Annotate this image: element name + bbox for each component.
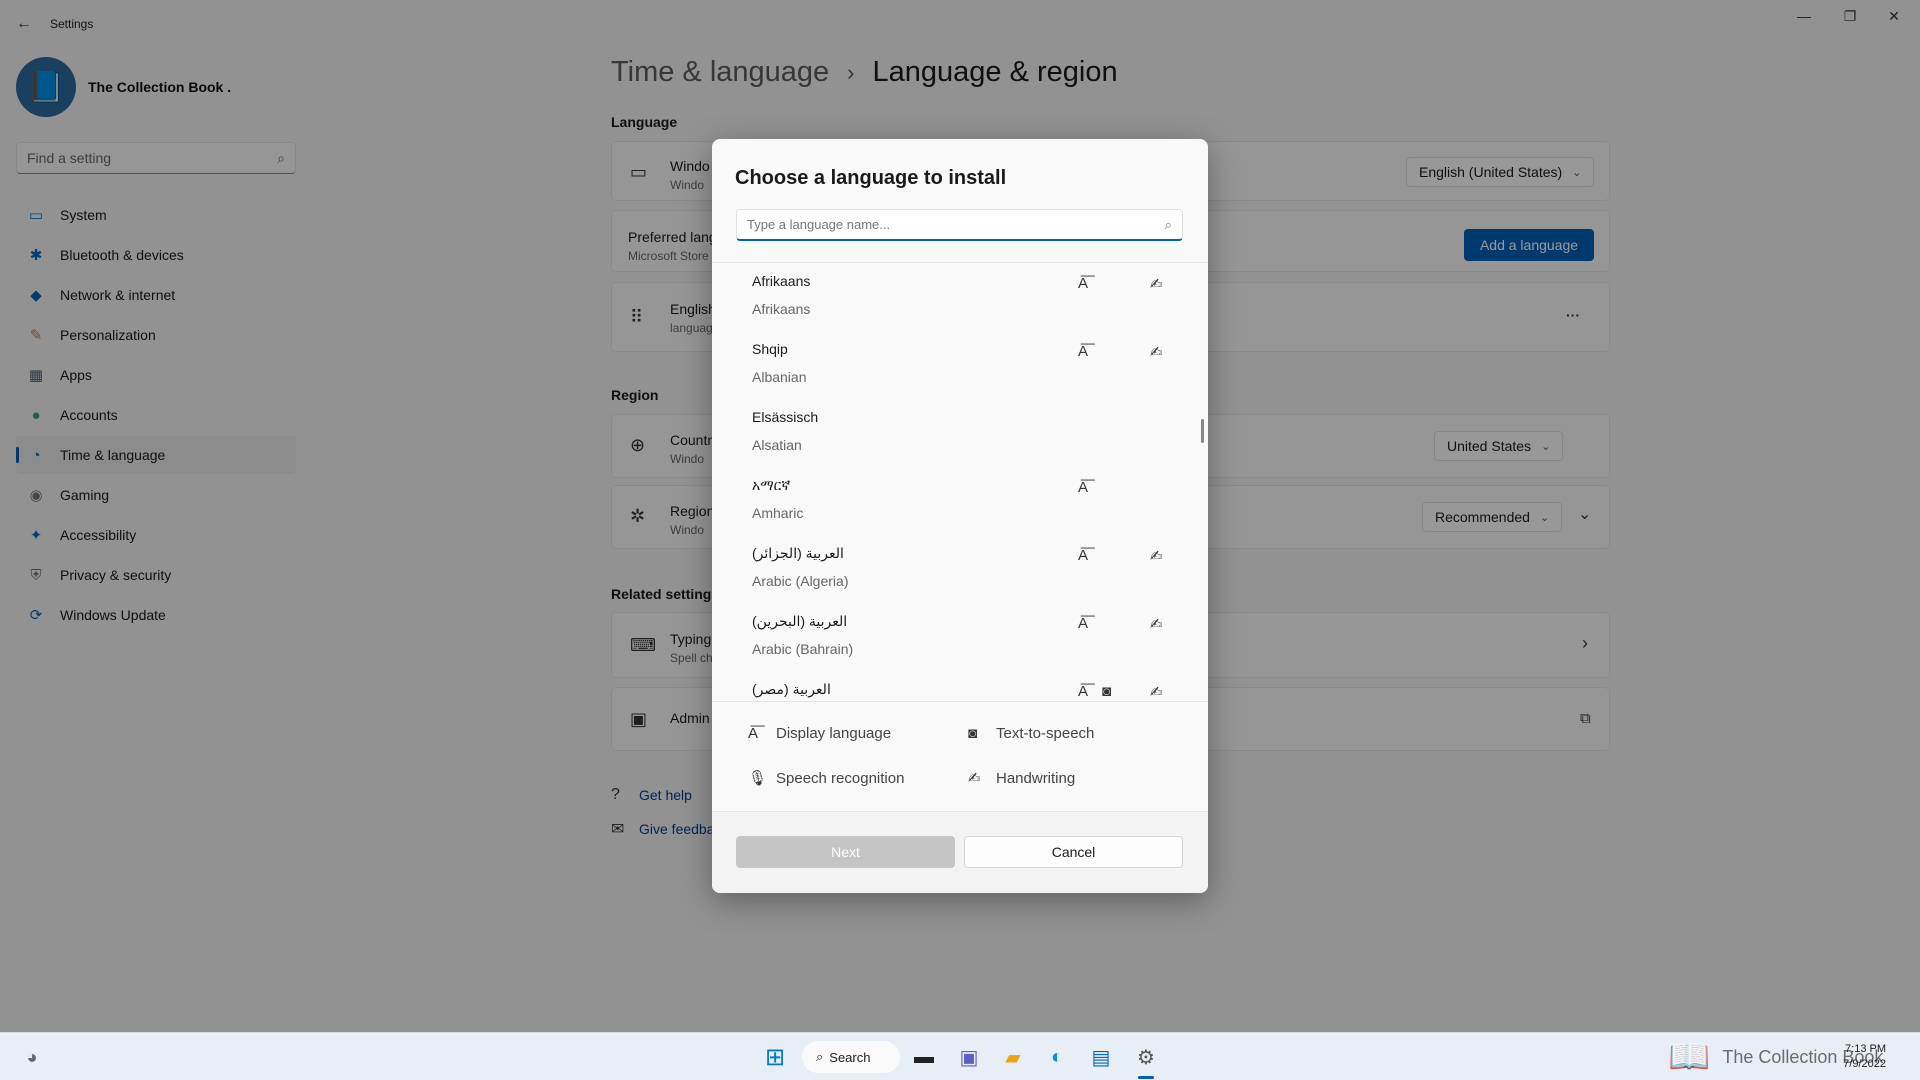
display-language-icon: A͞: [1078, 683, 1089, 700]
language-english-name: Afrikaans: [752, 301, 811, 317]
language-list-item[interactable]: العربية (الجزائر) Arabic (Algeria) A͞ ✍: [712, 535, 1208, 603]
text-to-speech-icon: ◙: [1102, 683, 1112, 700]
language-native-name: Shqip: [752, 341, 788, 357]
taskbar-search-label: Search: [829, 1049, 871, 1065]
language-english-name: Albanian: [752, 369, 807, 385]
language-native-name: Elsässisch: [752, 409, 819, 425]
legend-label: Display language: [776, 725, 892, 742]
language-native-name: العربية (البحرين): [752, 613, 848, 629]
windows-logo-icon: ⊞: [764, 1043, 786, 1071]
legend-display-language: A͞ Display language: [748, 725, 891, 742]
active-app-indicator: [1138, 1076, 1154, 1079]
language-english-name: Amharic: [752, 505, 804, 521]
language-list-item[interactable]: Shqip Albanian A͞ ✍: [712, 331, 1208, 399]
legend-handwriting: ✍ Handwriting: [968, 769, 1076, 788]
handwriting-icon: ✍: [968, 770, 981, 787]
edge-icon[interactable]: ◐: [1041, 1041, 1073, 1073]
handwriting-icon: ✍: [1150, 684, 1163, 701]
search-placeholder: Type a language name...: [747, 217, 891, 232]
language-list-item[interactable]: አማርኛ Amharic A͞: [712, 467, 1208, 535]
display-language-icon: A͞: [1078, 343, 1089, 360]
display-language-icon: A͞: [1078, 275, 1089, 292]
language-english-name: Alsatian: [752, 437, 802, 453]
language-list-item[interactable]: العربية (البحرين) Arabic (Bahrain) A͞ ✍: [712, 603, 1208, 671]
language-english-name: Arabic (Algeria): [752, 573, 849, 589]
language-list[interactable]: Afrikaans Afrikaans A͞ ✍ Shqip Albanian A͞ ✍ Els…: [712, 263, 1208, 703]
feature-legend: A͞ Display language ◙ Text-to-speech 🎙 Spee…: [712, 701, 1208, 811]
display-language-icon: A͞: [1078, 479, 1089, 496]
legend-label: Handwriting: [996, 769, 1076, 787]
language-english-name: Arabic (Bahrain): [752, 641, 854, 657]
teams-chat-icon[interactable]: ▣: [953, 1041, 985, 1073]
language-native-name: Afrikaans: [752, 273, 811, 289]
handwriting-icon: ✍: [1150, 344, 1163, 361]
store-icon[interactable]: ▤: [1085, 1041, 1117, 1073]
clock-time: 7:13 PM: [1845, 1043, 1886, 1055]
next-button[interactable]: Next: [736, 836, 955, 868]
display-language-icon: A͞: [1078, 615, 1089, 632]
display-language-icon: A͞: [748, 725, 759, 742]
search-icon: ⌕: [816, 1049, 824, 1064]
language-native-name: العربية (الجزائر): [752, 545, 844, 561]
system-clock[interactable]: 7:13 PM 7/9/2022: [1826, 1042, 1886, 1072]
settings-gear-icon[interactable]: ⚙: [1130, 1041, 1162, 1073]
dialog-footer: Next Cancel: [712, 811, 1208, 893]
taskbar: ◕ ⊞ ⌕ Search ▬ ▣ ▰ ◐ ▤ ⚙ 📖 The Collection Book …: [0, 1032, 1920, 1080]
language-native-name: አማርኛ: [752, 477, 791, 493]
language-native-name: العربية (مصر): [752, 681, 831, 697]
language-list-item[interactable]: Afrikaans Afrikaans A͞ ✍: [712, 263, 1208, 331]
legend-text-to-speech: ◙ Text-to-speech: [968, 725, 1094, 742]
taskbar-search[interactable]: ⌕ Search: [802, 1041, 900, 1073]
handwriting-icon: ✍: [1150, 276, 1163, 293]
language-list-item[interactable]: العربية (مصر) A͞ ◙ ✍: [712, 671, 1208, 703]
legend-label: Text-to-speech: [996, 725, 1095, 742]
microphone-icon: 🎙: [748, 770, 768, 787]
widgets-icon[interactable]: ◕: [16, 1041, 48, 1073]
settings-window: ← Settings — ❐ ✕ 📘 The Collection Book .…: [0, 0, 1920, 1032]
scrollbar-thumb[interactable]: [1201, 419, 1204, 443]
language-list-item[interactable]: Elsässisch Alsatian: [712, 399, 1208, 467]
search-icon: ⌕: [1164, 216, 1172, 232]
handwriting-icon: ✍: [1150, 548, 1163, 565]
text-to-speech-icon: ◙: [968, 725, 978, 742]
legend-speech-recognition: 🎙 Speech recognition: [748, 769, 905, 788]
language-search-input[interactable]: Type a language name... ⌕: [736, 209, 1183, 241]
folder-icon[interactable]: ▰: [997, 1041, 1029, 1073]
display-language-icon: A͞: [1078, 547, 1089, 564]
start-button[interactable]: ⊞: [759, 1041, 791, 1073]
choose-language-dialog: Choose a language to install Type a lang…: [712, 139, 1208, 893]
cancel-button[interactable]: Cancel: [964, 836, 1183, 868]
handwriting-icon: ✍: [1150, 616, 1163, 633]
file-explorer-icon[interactable]: ▬: [908, 1041, 940, 1073]
book-icon: 📖: [1668, 1038, 1711, 1076]
dialog-title: Choose a language to install: [735, 167, 1007, 189]
clock-date: 7/9/2022: [1843, 1058, 1886, 1070]
legend-label: Speech recognition: [776, 769, 905, 787]
